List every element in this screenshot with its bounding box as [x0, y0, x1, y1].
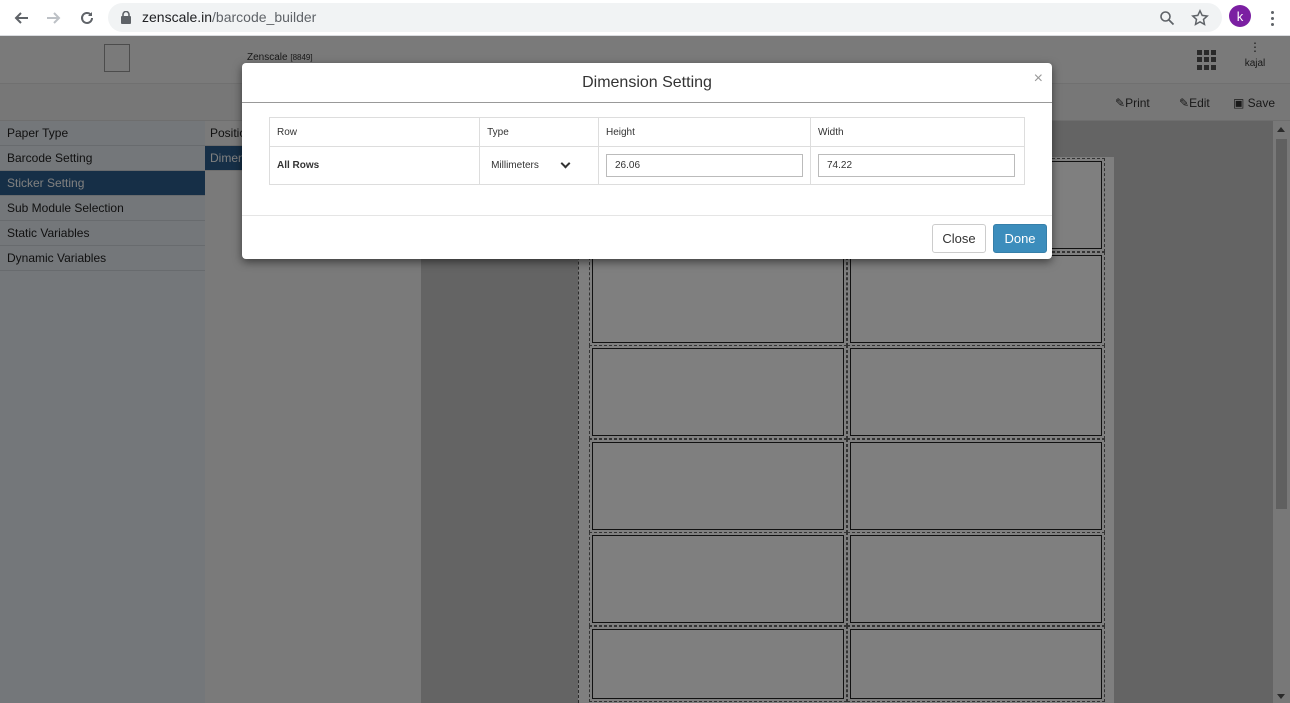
width-cell	[809, 146, 1026, 185]
dialog-body: Row Type Height Width All Rows Millimete…	[268, 117, 1026, 185]
done-button[interactable]: Done	[993, 224, 1047, 253]
table-header-row: Row Type Height Width	[268, 117, 1026, 147]
close-icon[interactable]: ×	[1034, 70, 1043, 88]
dialog-header: Dimension Setting ×	[242, 63, 1052, 103]
column-header-type: Type	[479, 117, 599, 147]
address-bar[interactable]: zenscale.in/barcode_builder	[108, 3, 1222, 32]
height-cell	[597, 146, 811, 185]
dialog-footer: Close Done	[242, 215, 1052, 259]
url-host: zenscale.in	[142, 9, 213, 25]
dimension-setting-dialog: Dimension Setting × Row Type Height Widt…	[242, 63, 1052, 259]
dimension-table: Row Type Height Width All Rows Millimete…	[268, 117, 1026, 185]
zoom-icon[interactable]	[1157, 8, 1177, 28]
type-cell: Millimeters	[479, 146, 599, 185]
table-row: All Rows Millimeters	[268, 146, 1026, 185]
browser-menu-icon[interactable]	[1262, 6, 1282, 30]
reload-icon[interactable]	[75, 6, 99, 30]
dialog-title: Dimension Setting	[582, 74, 712, 91]
unit-type-value: Millimeters	[491, 160, 539, 171]
column-header-width: Width	[809, 117, 1026, 147]
column-header-height: Height	[597, 117, 811, 147]
row-label: All Rows	[268, 146, 481, 185]
column-header-row: Row	[268, 117, 481, 147]
unit-type-select[interactable]: Millimeters	[487, 157, 573, 175]
chevron-down-icon	[560, 158, 571, 169]
avatar-letter: k	[1236, 8, 1244, 24]
back-icon[interactable]	[9, 6, 33, 30]
bookmark-star-icon[interactable]	[1190, 8, 1210, 28]
height-input[interactable]	[605, 154, 803, 177]
url-path: /barcode_builder	[212, 9, 317, 25]
close-button[interactable]: Close	[932, 224, 986, 253]
forward-icon[interactable]	[42, 6, 66, 30]
browser-toolbar: zenscale.in/barcode_builder k	[0, 0, 1290, 36]
lock-icon	[121, 11, 131, 24]
url-text[interactable]: zenscale.in/barcode_builder	[142, 9, 316, 25]
width-input[interactable]	[817, 154, 1015, 177]
profile-avatar[interactable]: k	[1229, 5, 1251, 27]
